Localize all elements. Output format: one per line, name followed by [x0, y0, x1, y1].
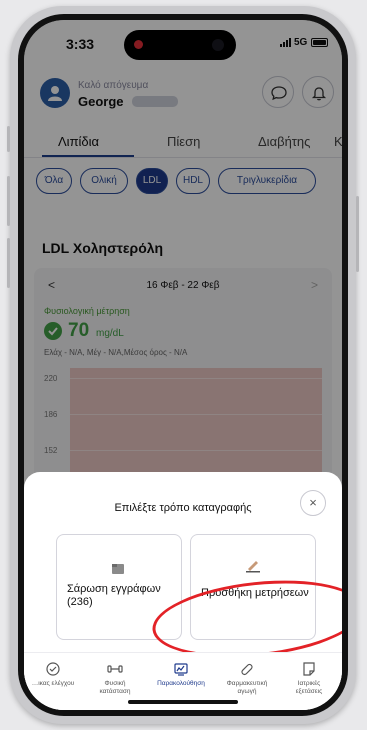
- action-button: [7, 126, 10, 152]
- monitor-icon: [174, 663, 188, 676]
- screen: 3:33 5G Καλό απόγευμα George Λιπίδια Πίε…: [24, 20, 342, 710]
- phone-frame: 3:33 5G Καλό απόγευμα George Λιπίδια Πίε…: [7, 6, 359, 724]
- nav-medical-tests[interactable]: Ιατρικές εξετάσεις: [278, 661, 340, 696]
- nav-label: Φαρμακευτική: [226, 680, 268, 687]
- nav-checklist[interactable]: …ικας ελέγχου: [24, 661, 84, 688]
- home-indicator: [128, 700, 238, 704]
- sheet-title: Επιλέξτε τρόπο καταγραφής: [114, 502, 252, 514]
- document-icon: [112, 564, 124, 574]
- nav-monitoring[interactable]: Παρακολούθηση: [150, 661, 212, 688]
- nav-label: Ιατρικές: [297, 680, 321, 687]
- checklist-icon: [46, 662, 60, 676]
- close-button[interactable]: ×: [300, 490, 326, 516]
- scan-documents-count: (236): [67, 596, 93, 608]
- nav-label: αγωγή: [237, 688, 257, 695]
- pencil-icon: [246, 561, 260, 573]
- dumbbell-icon: [107, 665, 123, 673]
- nav-label: κατάσταση: [99, 688, 131, 695]
- volume-down-button: [7, 238, 10, 288]
- nav-medication[interactable]: Φαρμακευτική αγωγή: [216, 661, 278, 696]
- document-icon: [303, 662, 315, 676]
- nav-label: Φυσική: [104, 680, 126, 687]
- bezel: 3:33 5G Καλό απόγευμα George Λιπίδια Πίε…: [18, 14, 348, 716]
- nav-label: εξετάσεις: [295, 688, 323, 695]
- power-button: [356, 196, 359, 272]
- pill-icon: [241, 663, 253, 676]
- nav-label: …ικας ελέγχου: [31, 680, 75, 687]
- volume-up-button: [7, 176, 10, 226]
- scan-documents-label: Σάρωση εγγράφων: [67, 583, 161, 595]
- nav-fitness[interactable]: Φυσική κατάσταση: [84, 661, 146, 696]
- nav-label: Παρακολούθηση: [157, 680, 205, 687]
